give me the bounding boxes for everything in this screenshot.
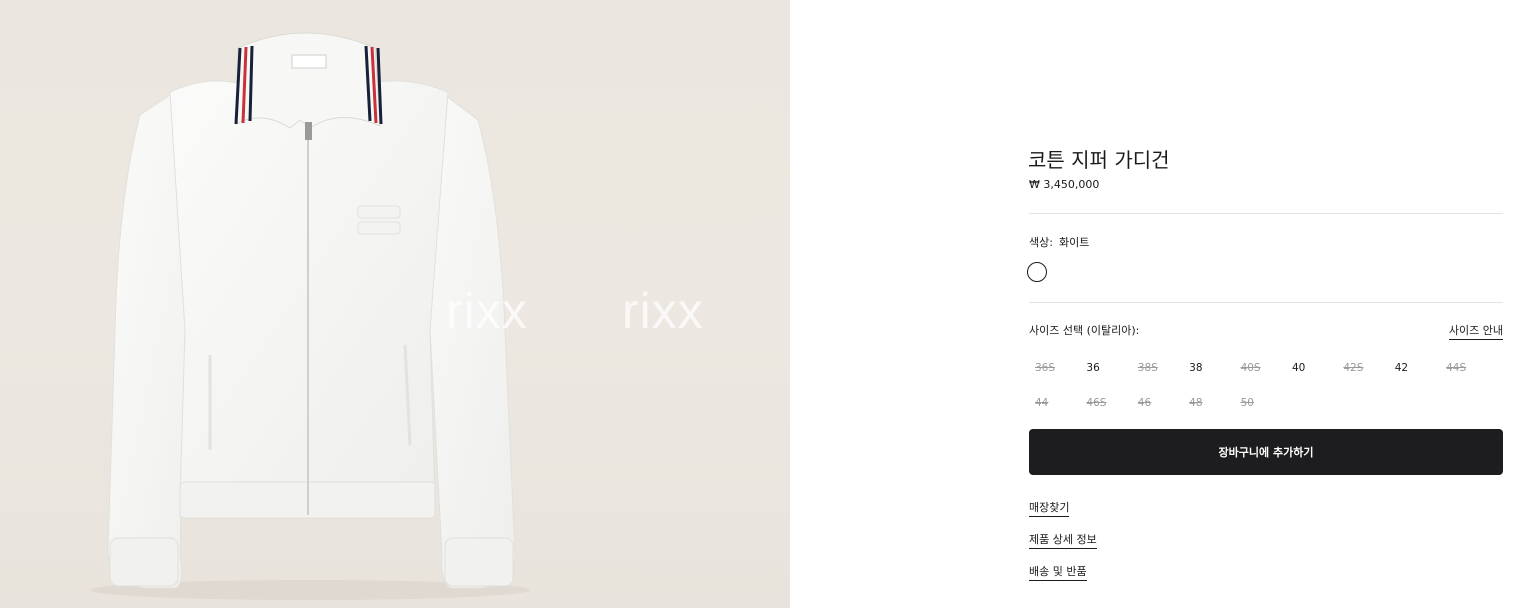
add-to-cart-button[interactable]: 장바구니에 추가하기 [1029, 429, 1503, 475]
size-option-46s[interactable]: 46S [1080, 397, 1131, 409]
size-option-36[interactable]: 36 [1080, 362, 1131, 374]
size-option-42s[interactable]: 42S [1337, 362, 1388, 374]
size-row: 36S 36 38S 38 40S 40 42S 42 44S [1029, 350, 1503, 385]
size-option-38s[interactable]: 38S [1132, 362, 1183, 374]
color-value: 화이트 [1058, 236, 1090, 249]
color-swatch-white[interactable] [1027, 262, 1047, 282]
size-option-40[interactable]: 40 [1286, 362, 1337, 374]
watermark-text: rixx [446, 283, 528, 339]
size-select-label: 사이즈 선택 (이탈리아): [1029, 324, 1140, 337]
product-price: ₩ 3,450,000 [1029, 178, 1100, 191]
watermark-text: rixx [622, 283, 704, 339]
size-option-38[interactable]: 38 [1183, 362, 1234, 374]
product-details-link[interactable]: 제품 상세 정보 [1029, 531, 1097, 549]
size-option-44s[interactable]: 44S [1440, 362, 1491, 374]
color-label-row: 색상: 화이트 [1029, 234, 1089, 250]
size-option-48[interactable]: 48 [1183, 397, 1234, 409]
size-option-40s[interactable]: 40S [1235, 362, 1286, 374]
size-option-44[interactable]: 44 [1029, 397, 1080, 409]
divider [1029, 213, 1503, 214]
size-grid: 36S 36 38S 38 40S 40 42S 42 44S 44 46S 4… [1029, 350, 1503, 420]
color-label: 색상: [1029, 236, 1053, 249]
size-option-46[interactable]: 46 [1132, 397, 1183, 409]
divider [1029, 302, 1503, 303]
product-title: 코튼 지퍼 가디건 [1028, 148, 1170, 172]
size-row: 44 46S 46 48 50 [1029, 385, 1503, 420]
product-image: rixx rixx [0, 0, 790, 608]
store-locator-link[interactable]: 매장찾기 [1029, 499, 1070, 517]
size-option-50[interactable]: 50 [1235, 397, 1286, 409]
size-option-36s[interactable]: 36S [1029, 362, 1080, 374]
size-guide-link[interactable]: 사이즈 안내 [1448, 322, 1503, 340]
size-option-42[interactable]: 42 [1389, 362, 1440, 374]
shipping-returns-link[interactable]: 배송 및 반품 [1029, 563, 1087, 581]
